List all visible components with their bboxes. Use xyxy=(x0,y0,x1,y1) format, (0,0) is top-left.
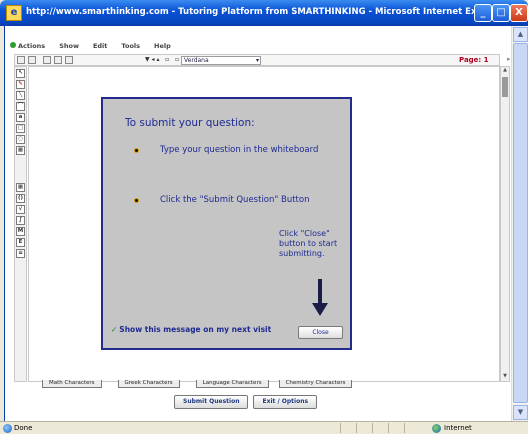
font-size-control[interactable]: ▼ ◂ ▴ ▫ ▫ xyxy=(145,56,179,63)
security-zone: Internet xyxy=(432,424,472,433)
app-menu: Actions Show Edit Tools Help xyxy=(10,40,171,52)
sqrt-icon[interactable]: √ xyxy=(16,205,25,214)
zone-label: Internet xyxy=(444,424,472,432)
menu-edit[interactable]: Edit xyxy=(93,42,107,50)
checkmark-icon: ✓ xyxy=(111,325,118,334)
font-select[interactable]: Verdana ▾ xyxy=(181,56,261,65)
open-icon[interactable] xyxy=(28,56,36,64)
status-divider xyxy=(404,423,418,433)
tab-language-characters[interactable]: Language Characters xyxy=(195,380,269,388)
maximize-button[interactable]: □ xyxy=(492,4,510,22)
ellipse-icon[interactable]: ○ xyxy=(16,135,25,144)
wb-scroll-down-icon[interactable]: ▼ xyxy=(501,373,509,381)
window-title: http://www.smarthinking.com - Tutoring P… xyxy=(26,7,506,17)
paste-icon[interactable] xyxy=(65,56,73,64)
integral-icon[interactable]: ∫ xyxy=(16,216,25,225)
whiteboard-toolbar: ▼ ◂ ▴ ▫ ▫ Verdana ▾ Page: 1 ▸ xyxy=(14,54,511,66)
fill-icon[interactable]: ▦ xyxy=(16,146,25,155)
whiteboard-scrollbar[interactable]: ▲ ▼ xyxy=(500,66,510,382)
step-item: Type your question in the whiteboard xyxy=(134,145,334,156)
copy-icon[interactable] xyxy=(54,56,62,64)
step-item: Click the "Submit Question" Button xyxy=(134,195,334,206)
minimize-button[interactable]: _ xyxy=(474,4,492,22)
pointer-icon[interactable]: ↖ xyxy=(16,69,25,78)
ie-icon: e xyxy=(6,5,22,21)
exit-options-button[interactable]: Exit / Options xyxy=(253,395,318,409)
menu-show[interactable]: Show xyxy=(59,42,79,50)
close-dialog-button[interactable]: Close xyxy=(298,326,343,339)
character-tabs: Math Characters Greek Characters Languag… xyxy=(28,380,354,388)
bullet-icon xyxy=(134,198,139,203)
menu-help[interactable]: Help xyxy=(154,42,171,50)
step-text: Type your question in the whiteboard xyxy=(160,145,319,155)
page-indicator: Page: 1 xyxy=(459,56,489,64)
page-label: Page: xyxy=(459,56,482,64)
scroll-up-icon[interactable]: ▲ xyxy=(513,27,528,42)
cut-icon[interactable] xyxy=(43,56,51,64)
matrix-icon[interactable]: M xyxy=(16,227,25,236)
scroll-thumb[interactable] xyxy=(513,43,528,403)
browser-scrollbar[interactable]: ▲ ▼ xyxy=(511,26,528,421)
new-icon[interactable] xyxy=(17,56,25,64)
arrow-down-icon xyxy=(312,279,328,316)
action-buttons: Submit Question Exit / Options xyxy=(174,395,318,409)
close-window-button[interactable]: X xyxy=(510,4,528,22)
tab-greek-characters[interactable]: Greek Characters xyxy=(117,380,180,388)
menu-tools[interactable]: Tools xyxy=(121,42,140,50)
text-icon[interactable]: a xyxy=(16,113,25,122)
bracket-icon[interactable]: () xyxy=(16,194,25,203)
page-number: 1 xyxy=(483,56,489,64)
eq-icon[interactable]: E xyxy=(16,238,25,247)
bullet-icon xyxy=(134,148,139,153)
font-select-value: Verdana xyxy=(184,57,209,64)
tab-chemistry-characters[interactable]: Chemistry Characters xyxy=(278,380,353,388)
status-text: Done xyxy=(14,424,33,432)
submit-question-button[interactable]: Submit Question xyxy=(174,395,249,409)
dialog-title: To submit your question: xyxy=(125,117,255,129)
checkbox-label: Show this message on my next visit xyxy=(119,325,272,334)
status-divider xyxy=(356,423,370,433)
page-nav-icon[interactable]: ▸ xyxy=(507,55,511,63)
grid-icon[interactable]: ▦ xyxy=(16,183,25,192)
wb-scroll-thumb[interactable] xyxy=(502,77,508,97)
rectangle-icon[interactable]: □ xyxy=(16,124,25,133)
scroll-down-icon[interactable]: ▼ xyxy=(513,405,528,420)
submit-instructions-dialog: To submit your question: Type your quest… xyxy=(101,97,352,350)
chevron-down-icon: ▾ xyxy=(255,57,259,64)
step-text: Click the "Submit Question" Button xyxy=(160,195,310,205)
status-bar: Done Internet xyxy=(0,421,528,434)
actions-icon xyxy=(10,42,16,48)
show-message-checkbox[interactable]: ✓ Show this message on my next visit xyxy=(111,325,271,334)
title-bar: e http://www.smarthinking.com - Tutoring… xyxy=(0,0,528,26)
status-divider xyxy=(340,423,354,433)
page-status-icon xyxy=(3,424,12,433)
status-divider xyxy=(372,423,386,433)
pen-icon[interactable]: ✎ xyxy=(16,80,25,89)
globe-icon xyxy=(432,424,441,433)
close-hint: Click "Close" button to start submitting… xyxy=(279,229,338,258)
curve-icon[interactable]: ⌒ xyxy=(16,102,25,111)
line-icon[interactable]: ╲ xyxy=(16,91,25,100)
menu-actions[interactable]: Actions xyxy=(10,42,45,50)
tab-math-characters[interactable]: Math Characters xyxy=(42,380,102,388)
wb-scroll-up-icon[interactable]: ▲ xyxy=(501,67,509,75)
status-divider xyxy=(388,423,402,433)
chart-icon[interactable]: ≡ xyxy=(16,249,25,258)
tool-palette: ↖ ✎ ╲ ⌒ a □ ○ ▦ ▦ () √ ∫ M E ≡ xyxy=(14,66,27,382)
